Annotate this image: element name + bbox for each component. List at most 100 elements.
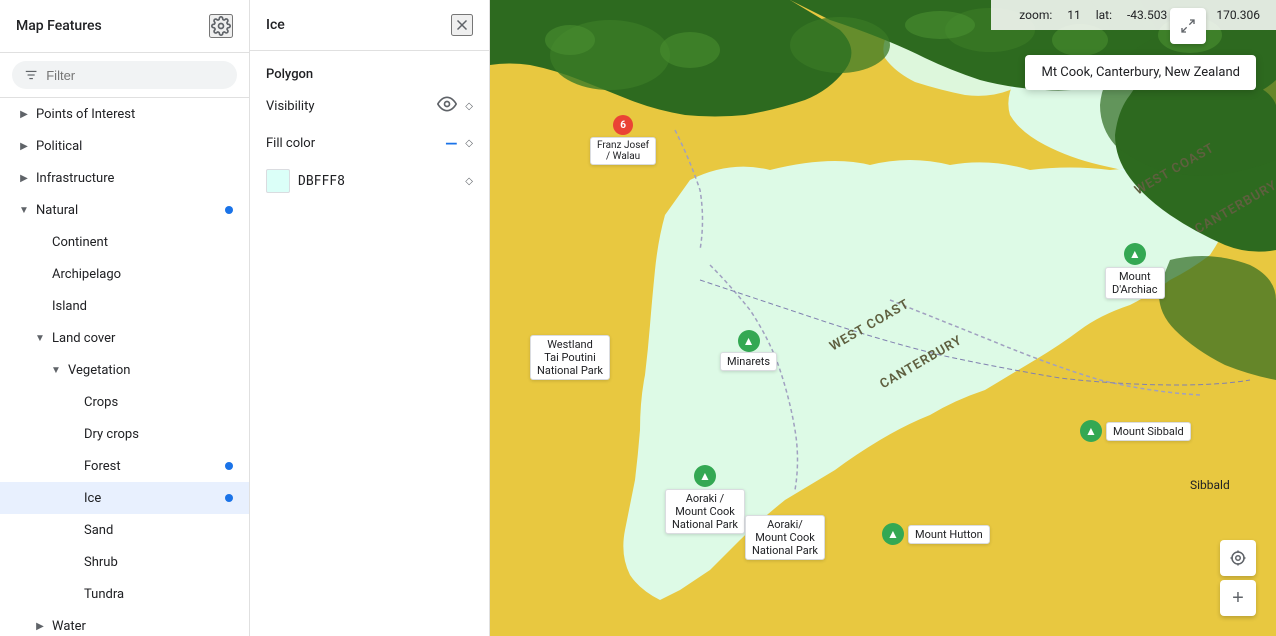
sidebar-item-label: Tundra <box>84 587 233 602</box>
visibility-row: Visibility ◇ <box>266 94 473 118</box>
sidebar-item-label: Sand <box>84 523 233 538</box>
place-mount-hutton[interactable]: ▲ Mount Hutton <box>882 523 990 545</box>
diamond-icon[interactable]: ◇ <box>465 101 473 112</box>
place-mount-d-archiac[interactable]: ▲ MountD'Archiac <box>1105 243 1165 299</box>
filter-icon <box>24 67 38 83</box>
color-swatch[interactable] <box>266 169 290 193</box>
spacer <box>32 298 48 314</box>
lat-label: lat: <box>1096 8 1112 22</box>
zoom-value: 11 <box>1067 8 1081 22</box>
zoom-label: zoom: <box>1019 8 1052 22</box>
minus-icon[interactable]: — <box>445 134 457 153</box>
sidebar-item-shrub[interactable]: Shrub <box>0 546 249 578</box>
sidebar-item-points-of-interest[interactable]: ▶ Points of Interest <box>0 98 249 130</box>
active-dot <box>225 494 233 502</box>
settings-button[interactable] <box>209 14 233 38</box>
spacer <box>64 490 80 506</box>
place-label: WestlandTai PoutiniNational Park <box>530 335 610 380</box>
detail-header: Ice <box>250 0 489 51</box>
place-label: Aoraki/Mount CookNational Park <box>745 515 825 560</box>
detail-title: Ice <box>266 17 285 33</box>
filter-bar <box>0 53 249 98</box>
sidebar-title: Map Features <box>16 18 102 34</box>
chevron-down-icon: ▼ <box>32 330 48 346</box>
sidebar-item-island[interactable]: Island <box>0 290 249 322</box>
zoom-in-button[interactable]: + <box>1220 580 1256 616</box>
place-label: Aoraki /Mount CookNational Park <box>665 489 745 534</box>
place-label: MountD'Archiac <box>1105 267 1165 299</box>
mountain-icon: ▲ <box>1124 243 1146 265</box>
sidebar-item-vegetation[interactable]: ▼ Vegetation <box>0 354 249 386</box>
sidebar-item-label: Island <box>52 299 233 314</box>
place-label: Mount Hutton <box>908 525 990 544</box>
sidebar-item-label: Vegetation <box>68 363 233 378</box>
place-westland[interactable]: WestlandTai PoutiniNational Park <box>530 335 610 380</box>
sidebar-item-tundra[interactable]: Tundra <box>0 578 249 610</box>
detail-panel: Ice Polygon Visibility ◇ Fill <box>250 0 490 636</box>
map-controls: + <box>1220 540 1256 616</box>
sidebar-item-crops[interactable]: Crops <box>0 386 249 418</box>
sidebar-item-archipelago[interactable]: Archipelago <box>0 258 249 290</box>
mountain-icon: ▲ <box>738 330 760 352</box>
sidebar-item-water[interactable]: ▶ Water <box>0 610 249 636</box>
sidebar-item-dry-crops[interactable]: Dry crops <box>0 418 249 450</box>
place-label: Minarets <box>720 352 777 371</box>
diamond-icon[interactable]: ◇ <box>465 138 473 149</box>
sidebar-item-natural[interactable]: ▼ Natural <box>0 194 249 226</box>
place-label: Sibbald <box>1190 478 1230 492</box>
sidebar-item-ice[interactable]: Ice <box>0 482 249 514</box>
sidebar-item-label: Archipelago <box>52 267 233 282</box>
sidebar-item-political[interactable]: ▶ Political <box>0 130 249 162</box>
sidebar-item-infrastructure[interactable]: ▶ Infrastructure <box>0 162 249 194</box>
spacer <box>64 522 80 538</box>
fill-color-swatch-row: DBFFF8 ◇ <box>266 169 473 193</box>
expand-button[interactable] <box>1170 8 1206 44</box>
sidebar-item-continent[interactable]: Continent <box>0 226 249 258</box>
sidebar-item-sand[interactable]: Sand <box>0 514 249 546</box>
plus-icon: + <box>1232 587 1244 610</box>
fill-color-row: Fill color — ◇ <box>266 134 473 153</box>
chevron-right-icon: ▶ <box>32 618 48 634</box>
chevron-down-icon: ▼ <box>48 362 64 378</box>
sidebar-item-label: Land cover <box>52 331 233 346</box>
place-aoraki-2[interactable]: Aoraki/Mount CookNational Park <box>745 515 825 560</box>
place-aoraki-1[interactable]: ▲ Aoraki /Mount CookNational Park <box>665 465 745 534</box>
diamond-icon-2[interactable]: ◇ <box>465 176 473 187</box>
sidebar-item-label: Forest <box>84 459 233 474</box>
spacer <box>64 554 80 570</box>
sidebar-item-label: Continent <box>52 235 233 250</box>
fill-color-label: Fill color <box>266 136 315 151</box>
filter-input[interactable] <box>46 68 225 83</box>
visibility-controls: ◇ <box>437 94 473 118</box>
place-franz-josef[interactable]: 6 Franz Josef/ Walau <box>590 115 656 165</box>
tooltip-text: Mt Cook, Canterbury, New Zealand <box>1041 65 1240 80</box>
place-label: Franz Josef/ Walau <box>590 137 656 165</box>
location-button[interactable] <box>1220 540 1256 576</box>
close-button[interactable] <box>451 14 473 36</box>
lng-value: 170.306 <box>1216 8 1260 22</box>
lat-value: -43.503 <box>1127 8 1167 22</box>
map-area[interactable]: zoom: 11 lat: -43.503 lng: 170.306 <box>490 0 1276 636</box>
spacer <box>64 394 80 410</box>
sidebar-item-forest[interactable]: Forest <box>0 450 249 482</box>
mountain-icon: ▲ <box>694 465 716 487</box>
sidebar-header: Map Features <box>0 0 249 53</box>
place-mount-sibbald[interactable]: ▲ Mount Sibbald <box>1080 420 1191 442</box>
color-hex-value: DBFFF8 <box>298 174 345 189</box>
sidebar-item-label: Shrub <box>84 555 233 570</box>
red-badge: 6 <box>613 115 633 135</box>
chevron-right-icon: ▶ <box>16 138 32 154</box>
place-minarets[interactable]: ▲ Minarets <box>720 330 777 371</box>
chevron-right-icon: ▶ <box>16 170 32 186</box>
mountain-icon: ▲ <box>882 523 904 545</box>
sidebar-item-label: Water <box>52 619 233 634</box>
fill-color-controls: — ◇ <box>445 134 473 153</box>
eye-icon[interactable] <box>437 94 457 118</box>
sidebar-list: ▶ Points of Interest ▶ Political ▶ Infra… <box>0 98 249 636</box>
sidebar-item-label: Natural <box>36 203 233 218</box>
active-dot <box>225 206 233 214</box>
spacer <box>64 586 80 602</box>
sidebar-item-label: Ice <box>84 491 233 506</box>
sidebar-item-land-cover[interactable]: ▼ Land cover <box>0 322 249 354</box>
sidebar-item-label: Infrastructure <box>36 171 233 186</box>
